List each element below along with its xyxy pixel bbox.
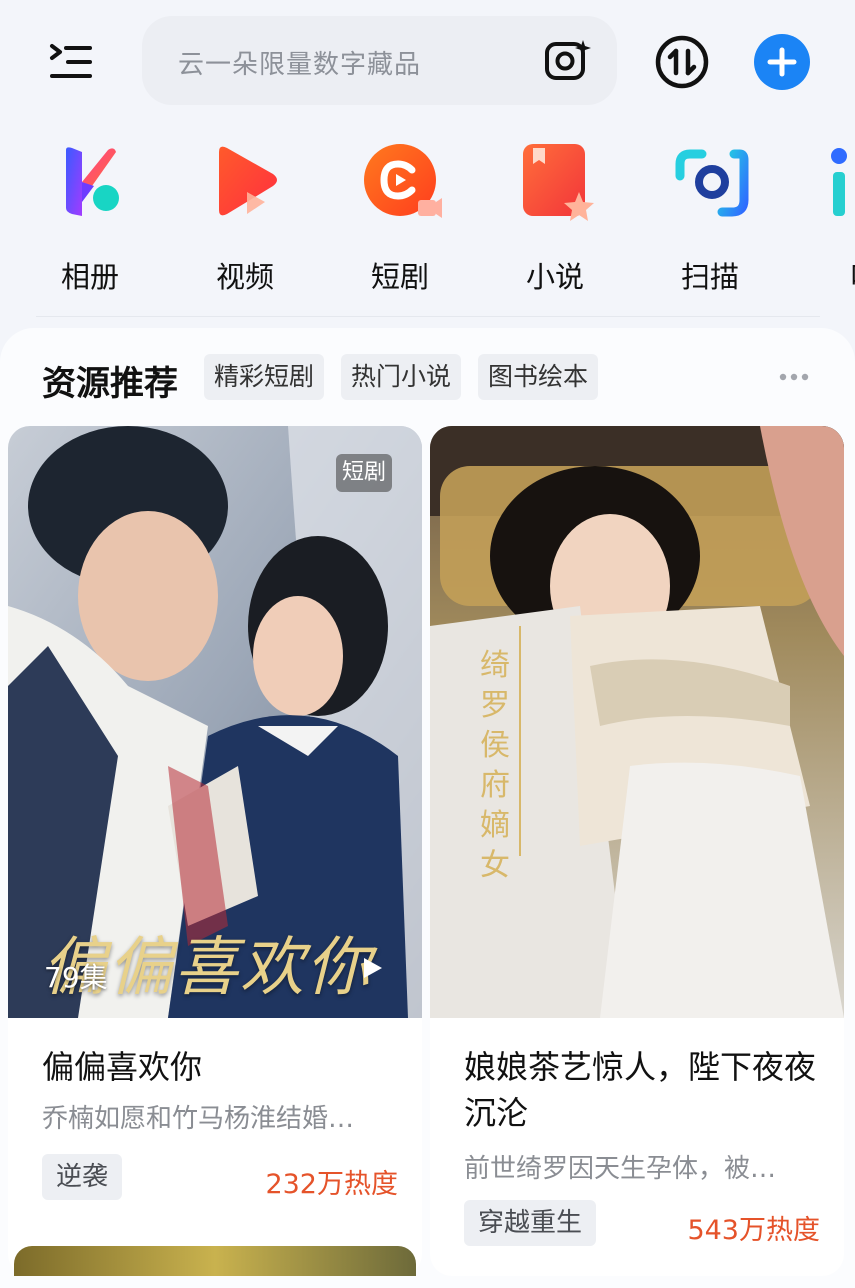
episode-count: 79集 [44,961,108,994]
play-icon [360,956,384,980]
short-drama-icon [362,142,442,222]
menu-icon[interactable] [44,36,96,88]
content-card[interactable]: 偏偏喜欢你 短剧 79集 偏偏喜欢你 乔楠如愿和竹马杨淮结婚… 逆袭 232万热… [8,426,422,1276]
cover-image[interactable]: 绮罗 侯府嫡女 [430,426,844,1018]
search-input[interactable]: 云一朵限量数字藏品 [142,16,617,105]
shortcut-album[interactable]: 相册 [30,142,150,294]
add-icon[interactable] [754,34,810,90]
chip-hot-novels[interactable]: 热门小说 [341,354,462,400]
album-icon [52,142,132,222]
card-description: 前世绮罗因天生孕体，被… [464,1154,777,1184]
heat-count: 232万热度 [265,1169,398,1200]
transfer-icon[interactable] [654,34,710,90]
shortcut-video-label: 视频 [215,260,274,294]
cover-image[interactable]: 偏偏喜欢你 短剧 79集 [8,426,422,1018]
listen-icon [827,142,855,222]
next-card-cover[interactable] [14,1246,416,1276]
card-tag[interactable]: 逆袭 [42,1154,123,1200]
camera-icon[interactable] [543,38,591,84]
novel-icon [517,142,597,222]
shortcut-short-drama[interactable]: 短剧 [340,142,460,294]
shortcut-listen[interactable]: 听 [805,142,855,294]
shortcut-novel[interactable]: 小说 [495,142,615,294]
top-bar: 云一朵限量数字藏品 [0,0,855,128]
content-card[interactable]: 绮罗 侯府嫡女 娘娘茶艺惊人，陛下夜夜沉沦 前世绮罗因天生孕体，被… 穿越重生 … [430,426,844,1276]
recommend-panel: 资源推荐 精彩短剧 热门小说 图书绘本 偏偏喜欢你 短剧 79集 偏偏喜欢你 乔… [0,328,855,1288]
scan-icon [672,142,752,222]
video-icon [207,142,287,222]
heat-count: 543万热度 [687,1215,820,1246]
chip-picture-books[interactable]: 图书绘本 [478,354,599,400]
chip-short-drama[interactable]: 精彩短剧 [204,354,325,400]
shortcut-short-drama-label: 短剧 [370,260,429,294]
category-badge: 短剧 [335,454,392,492]
divider [36,316,820,317]
card-title[interactable]: 偏偏喜欢你 [42,1044,402,1090]
shortcut-novel-label: 小说 [525,260,584,294]
shortcut-scan[interactable]: 扫描 [650,142,770,294]
card-tag[interactable]: 穿越重生 [464,1200,597,1246]
shortcut-listen-label: 听 [805,254,855,296]
shortcut-row: 相册 视频 短剧 小说 扫描 [0,128,855,298]
section-title: 资源推荐 [42,364,178,404]
card-description: 乔楠如愿和竹马杨淮结婚… [42,1104,355,1134]
shortcut-album-label: 相册 [60,260,119,294]
cover-caption: 绮罗 侯府嫡女 [480,648,510,883]
search-placeholder: 云一朵限量数字藏品 [178,50,422,80]
more-icon[interactable] [776,362,816,392]
shortcut-video[interactable]: 视频 [185,142,305,294]
card-title[interactable]: 娘娘茶艺惊人，陛下夜夜沉沦 [464,1044,824,1136]
shortcut-scan-label: 扫描 [680,260,739,294]
